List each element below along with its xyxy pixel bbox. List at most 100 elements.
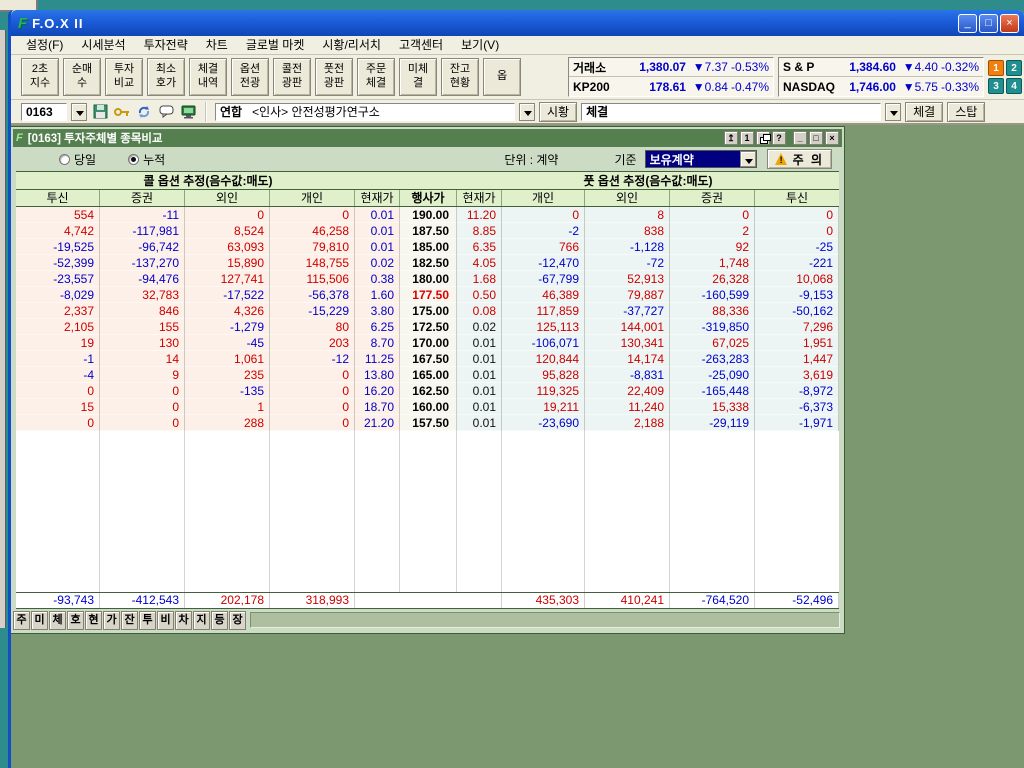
bottom-tab-0[interactable]: 주 bbox=[13, 611, 30, 630]
inner-close-icon[interactable]: × bbox=[825, 131, 839, 145]
cascade-icon[interactable] bbox=[756, 131, 770, 145]
toolbar-button-3[interactable]: 최소 호가 bbox=[147, 58, 185, 96]
menu-item-4[interactable]: 글로벌 마켓 bbox=[237, 36, 314, 54]
call-cell: 0 bbox=[270, 415, 355, 431]
toolbar-button-9[interactable]: 미체 결 bbox=[399, 58, 437, 96]
call-cell: -137,270 bbox=[100, 255, 185, 271]
sync-arrows-icon[interactable] bbox=[135, 103, 153, 121]
put-cell: -8,831 bbox=[585, 367, 670, 383]
call-cell: 288 bbox=[185, 415, 270, 431]
radio-cumulative-dot[interactable] bbox=[128, 154, 139, 165]
strike-cell: 182.50 bbox=[400, 255, 457, 271]
put-cell: 2 bbox=[670, 223, 755, 239]
bottom-tab-2[interactable]: 체 bbox=[49, 611, 66, 630]
col-header-6: 현재가 bbox=[457, 190, 502, 206]
strike-cell: 185.00 bbox=[400, 239, 457, 255]
radio-daily-dot[interactable] bbox=[59, 154, 70, 165]
menu-item-0[interactable]: 설정(F) bbox=[17, 36, 72, 54]
call-price-cell: 1.60 bbox=[355, 287, 400, 303]
quick-slot-3[interactable]: 3 bbox=[988, 78, 1004, 94]
call-cell: 63,093 bbox=[185, 239, 270, 255]
bottom-tab-8[interactable]: 비 bbox=[157, 611, 174, 630]
put-cell: 88,336 bbox=[670, 303, 755, 319]
toolbar-button-0[interactable]: 2초 지수 bbox=[21, 58, 59, 96]
indices-panel: 거래소1,380.07▼7.37-0.53%KP200178.61▼0.84-0… bbox=[568, 57, 1022, 97]
toolbar-button-10[interactable]: 잔고 현황 bbox=[441, 58, 479, 96]
toolbar-button-6[interactable]: 콜전 광판 bbox=[273, 58, 311, 96]
bottom-tab-3[interactable]: 호 bbox=[67, 611, 84, 630]
key-icon[interactable] bbox=[113, 103, 131, 121]
call-cell: 32,783 bbox=[100, 287, 185, 303]
quick-slot-1[interactable]: 1 bbox=[988, 60, 1004, 76]
bottom-tab-6[interactable]: 잔 bbox=[121, 611, 138, 630]
put-cell: -29,119 bbox=[670, 415, 755, 431]
call-cell: -96,742 bbox=[100, 239, 185, 255]
menu-item-6[interactable]: 고객센터 bbox=[390, 36, 452, 54]
toolbar-button-7[interactable]: 풋전 광판 bbox=[315, 58, 353, 96]
basis-select[interactable]: 보유계약 bbox=[645, 150, 757, 168]
bottom-tab-9[interactable]: 차 bbox=[175, 611, 192, 630]
minimize-button[interactable]: _ bbox=[958, 14, 977, 33]
inner-minimize-icon[interactable]: _ bbox=[793, 131, 807, 145]
chegyeol-button[interactable]: 체결 bbox=[905, 102, 943, 122]
total-put-cell: -764,520 bbox=[670, 593, 755, 608]
bottom-tab-11[interactable]: 등 bbox=[211, 611, 228, 630]
strike-cell: 162.50 bbox=[400, 383, 457, 399]
bottom-tab-4[interactable]: 현 bbox=[85, 611, 102, 630]
call-cell: 1 bbox=[185, 399, 270, 415]
maximize-button[interactable]: □ bbox=[979, 14, 998, 33]
quick-slot-4[interactable]: 4 bbox=[1006, 78, 1022, 94]
basis-dropdown-icon[interactable] bbox=[740, 151, 756, 167]
toolbar-button-4[interactable]: 체결 내역 bbox=[189, 58, 227, 96]
bottom-tab-5[interactable]: 가 bbox=[103, 611, 120, 630]
toolbar-button-2[interactable]: 투자 비교 bbox=[105, 58, 143, 96]
call-cell: 554 bbox=[16, 207, 100, 223]
index-value: 1,384.60 bbox=[836, 60, 896, 74]
screen-code-input[interactable]: 0163 bbox=[21, 103, 67, 121]
inner-maximize-icon[interactable]: □ bbox=[809, 131, 823, 145]
menu-item-1[interactable]: 시세분석 bbox=[72, 36, 134, 54]
menu-item-2[interactable]: 투자전략 bbox=[135, 36, 197, 54]
table-totals: -93,743-412,543202,178318,993435,303410,… bbox=[16, 592, 839, 609]
quick-slot-2[interactable]: 2 bbox=[1006, 60, 1022, 76]
news-dropdown-icon[interactable] bbox=[519, 103, 535, 121]
floppy-disk-icon[interactable] bbox=[91, 103, 109, 121]
put-price-cell: 0.02 bbox=[457, 319, 502, 335]
background-window-fragment-left bbox=[0, 30, 6, 628]
rollup-icon[interactable]: ↥ bbox=[724, 131, 738, 145]
radio-daily[interactable]: 당일 bbox=[59, 151, 96, 168]
bottom-tab-1[interactable]: 미 bbox=[31, 611, 48, 630]
toolbar-button-8[interactable]: 주문 체결 bbox=[357, 58, 395, 96]
menu-item-3[interactable]: 차트 bbox=[197, 36, 237, 54]
toolbar: 2초 지수순매 수투자 비교최소 호가체결 내역옵션 전광콜전 광판풋전 광판주… bbox=[11, 55, 1024, 100]
bottom-tab-10[interactable]: 지 bbox=[193, 611, 210, 630]
screen-code-dropdown-icon[interactable] bbox=[71, 103, 87, 121]
speech-bubble-icon[interactable] bbox=[157, 103, 175, 121]
radio-cumulative[interactable]: 누적 bbox=[128, 151, 165, 168]
bottom-tab-12[interactable]: 장 bbox=[229, 611, 246, 630]
toolbar-button-5[interactable]: 옵션 전광 bbox=[231, 58, 269, 96]
news-ticker-field[interactable]: 연합 <인사> 안전성평가연구소 bbox=[215, 103, 515, 121]
bottom-tab-7[interactable]: 투 bbox=[139, 611, 156, 630]
strike-cell: 160.00 bbox=[400, 399, 457, 415]
order-status-field[interactable]: 체결 bbox=[581, 103, 881, 121]
menu-item-7[interactable]: 보기(V) bbox=[452, 36, 508, 54]
slot-1-button[interactable]: 1 bbox=[740, 131, 754, 145]
help-icon[interactable]: ? bbox=[772, 131, 786, 145]
menu-item-5[interactable]: 시황/리서치 bbox=[313, 36, 390, 54]
sihwang-button[interactable]: 시황 bbox=[539, 102, 577, 122]
filler-cell bbox=[185, 431, 270, 592]
call-price-cell: 13.80 bbox=[355, 367, 400, 383]
toolbar-button-11[interactable]: 옵 bbox=[483, 58, 521, 96]
toolbar-button-1[interactable]: 순매 수 bbox=[63, 58, 101, 96]
put-cell: -6,373 bbox=[755, 399, 839, 415]
put-cell: 52,913 bbox=[585, 271, 670, 287]
monitor-icon[interactable] bbox=[179, 103, 197, 121]
put-price-cell: 0.01 bbox=[457, 383, 502, 399]
call-cell: -94,476 bbox=[100, 271, 185, 287]
order-dropdown-icon[interactable] bbox=[885, 103, 901, 121]
close-button[interactable]: × bbox=[1000, 14, 1019, 33]
stop-button[interactable]: 스탑 bbox=[947, 102, 985, 122]
warning-button[interactable]: 주 의 bbox=[767, 149, 832, 169]
call-cell: 15 bbox=[16, 399, 100, 415]
